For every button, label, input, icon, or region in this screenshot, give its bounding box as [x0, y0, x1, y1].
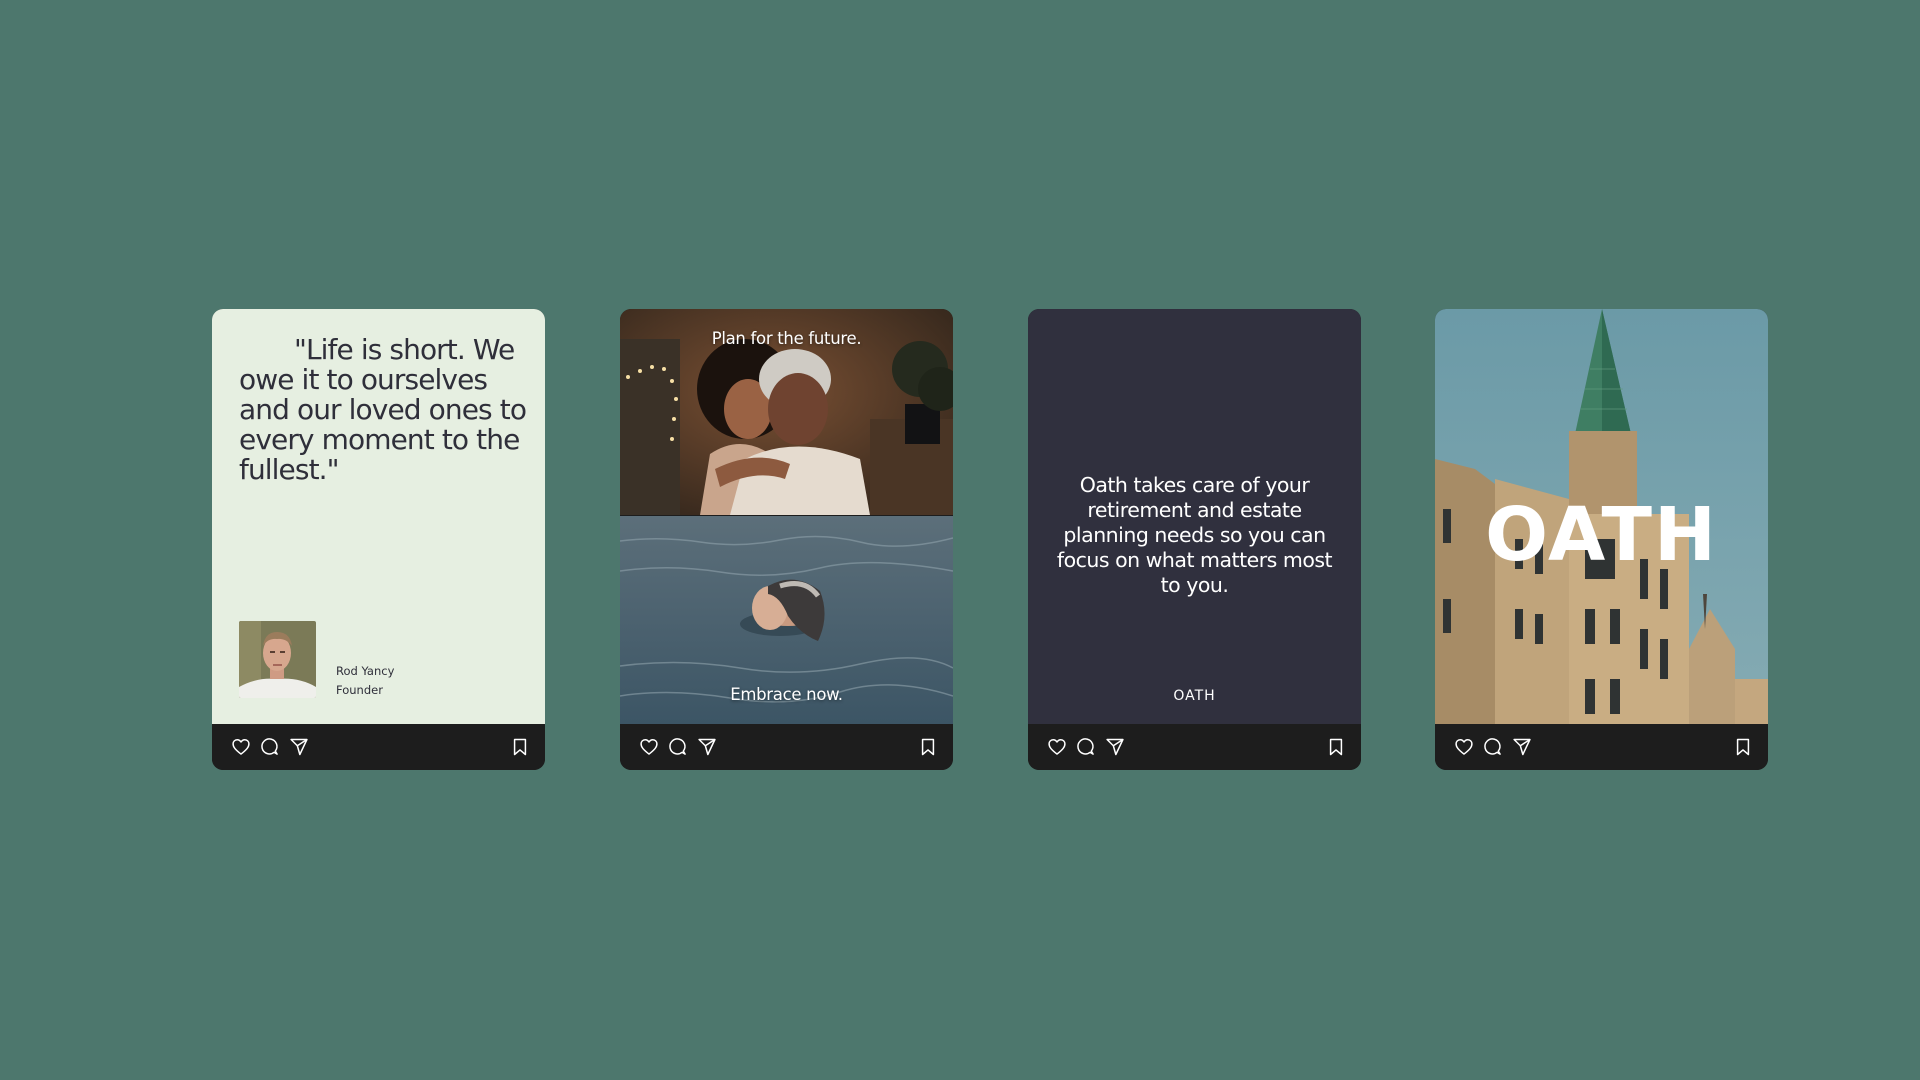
photo-post-content: Plan for the future. Embrace now. — [620, 309, 953, 724]
embrace-caption: Embrace now. — [730, 685, 843, 704]
quote-post-content: "Life is short. We owe it to ourselves a… — [212, 309, 545, 724]
heart-icon[interactable] — [231, 737, 251, 757]
heart-icon[interactable] — [639, 737, 659, 757]
quote-first-line: "Life is short. — [294, 333, 466, 366]
post-action-bar — [1435, 724, 1768, 770]
comment-icon[interactable] — [1076, 737, 1096, 757]
send-icon[interactable] — [1512, 737, 1532, 757]
statement-post-card[interactable]: Oath takes care of your retirement and e… — [1028, 309, 1361, 770]
brand-wordmark-large: OATH — [1485, 492, 1718, 578]
statement-post-content: Oath takes care of your retirement and e… — [1028, 309, 1361, 724]
bookmark-icon[interactable] — [1326, 737, 1346, 757]
brand-wordmark: OATH — [1173, 688, 1216, 704]
future-caption: Plan for the future. — [711, 329, 862, 348]
comment-icon[interactable] — [1483, 737, 1503, 757]
founder-avatar — [239, 621, 316, 698]
post-action-bar — [620, 724, 953, 770]
quote-post-card[interactable]: "Life is short. We owe it to ourselves a… — [212, 309, 545, 770]
person-name: Rod Yancy — [336, 664, 395, 678]
founder-quote: "Life is short. We owe it to ourselves a… — [239, 335, 529, 485]
photo-post-card[interactable]: Plan for the future. Embrace now. — [620, 309, 953, 770]
post-action-bar — [1028, 724, 1361, 770]
brand-photo-post-card[interactable]: OATH — [1435, 309, 1768, 770]
post-action-bar — [212, 724, 545, 770]
bookmark-icon[interactable] — [1733, 737, 1753, 757]
comment-icon[interactable] — [260, 737, 280, 757]
comment-icon[interactable] — [668, 737, 688, 757]
bookmark-icon[interactable] — [510, 737, 530, 757]
brand-statement: Oath takes care of your retirement and e… — [1056, 473, 1333, 597]
person-role: Founder — [336, 683, 383, 697]
send-icon[interactable] — [1105, 737, 1125, 757]
brand-photo-post-content: OATH — [1435, 309, 1768, 724]
bookmark-icon[interactable] — [918, 737, 938, 757]
send-icon[interactable] — [697, 737, 717, 757]
heart-icon[interactable] — [1047, 737, 1067, 757]
send-icon[interactable] — [289, 737, 309, 757]
heart-icon[interactable] — [1454, 737, 1474, 757]
